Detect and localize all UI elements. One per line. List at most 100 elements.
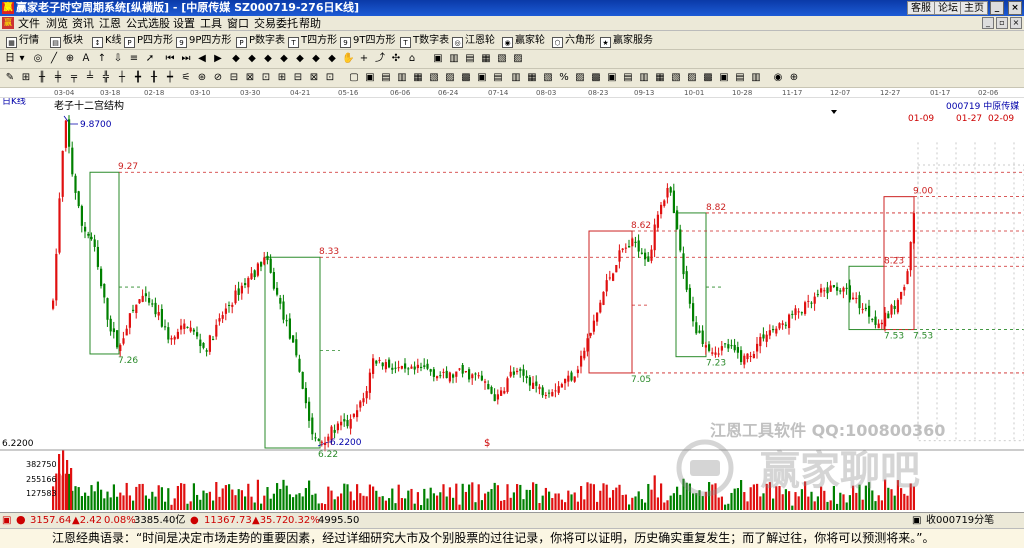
cursor-icon[interactable]: ⊕ [64,53,76,65]
box-icon[interactable]: ▢ [348,72,360,84]
menu-browse[interactable]: 浏览 [46,16,68,31]
up-icon[interactable]: ↑ [96,53,108,65]
diamond-icon-5[interactable]: ◆ [294,53,306,65]
label-icon[interactable]: ⌂ [406,53,418,65]
grid-line-icon-5[interactable]: ⊟ [292,72,304,84]
diamond-icon-4[interactable]: ◆ [278,53,290,65]
line-icon[interactable]: ╱ [48,53,60,65]
9p-square-button[interactable]: 9 9P四方形 [176,34,231,48]
hline-icon-7[interactable]: ┼ [116,72,128,84]
circle-icon[interactable]: ⊘ [212,72,224,84]
minimize-icon[interactable]: _ [990,1,1004,15]
book-icon[interactable]: ▥ [448,53,460,65]
period-dropdown-icon[interactable]: 日 [4,53,16,65]
grid-line-icon-3[interactable]: ⊡ [260,72,272,84]
red-square-icon-1[interactable]: ▣ [364,72,376,84]
mdi-close-icon[interactable]: × [1010,17,1022,29]
hline-icon-5[interactable]: ╧ [84,72,96,84]
close-icon[interactable]: × [1008,1,1022,15]
menu-tools[interactable]: 工具 [200,16,222,31]
diamond-icon-1[interactable]: ◆ [230,53,242,65]
next-icon[interactable]: ▶ [212,53,224,65]
bar-icon-14[interactable]: ▤ [734,72,746,84]
target-icon[interactable]: ⊛ [196,72,208,84]
gann-wheel-button[interactable]: ◎ 江恩轮 [452,34,495,48]
hline-icon-10[interactable]: ┿ [164,72,176,84]
menu-gann[interactable]: 江恩 [99,16,121,31]
bar-icon-15[interactable]: ▥ [750,72,762,84]
p-square-button[interactable]: P P四方形 [124,34,173,48]
red-square-icon-6[interactable]: ▨ [444,72,456,84]
zoom-icon[interactable]: ◎ [32,53,44,65]
text-icon[interactable]: Ａ [80,53,92,65]
menu-file[interactable]: 文件 [18,16,40,31]
diamond-icon-7[interactable]: ◆ [326,53,338,65]
red-square-icon-5[interactable]: ▧ [428,72,440,84]
quotes-button[interactable]: ▦ 行情 [6,34,39,48]
trend-icon[interactable]: ⤴ [374,53,386,65]
prev-icon[interactable]: ◀ [196,53,208,65]
hline-icon-6[interactable]: ╬ [100,72,112,84]
bar-icon-13[interactable]: ▣ [718,72,730,84]
link-forum[interactable]: 论坛 [934,1,962,15]
kline-button[interactable]: ↕ K线 [92,34,122,48]
cross-icon[interactable]: + [358,53,370,65]
down-icon[interactable]: ⇩ [112,53,124,65]
grid-line-icon-7[interactable]: ⊡ [324,72,336,84]
bar-icon-3[interactable]: ▧ [542,72,554,84]
bar-icon-7[interactable]: ▤ [622,72,634,84]
red-square-icon-8[interactable]: ▣ [476,72,488,84]
link-home[interactable]: 主页 [960,1,988,15]
info-icon[interactable]: ▨ [512,53,524,65]
fib-icon[interactable]: ≡ [128,53,140,65]
last-icon[interactable]: ⏭ [180,53,192,65]
red-square-icon-7[interactable]: ▩ [460,72,472,84]
hline-icon-4[interactable]: ╤ [68,72,80,84]
menu-info[interactable]: 资讯 [72,16,94,31]
dropdown-arrow-icon[interactable]: ▾ [16,53,28,65]
grid-line-icon-1[interactable]: ⊟ [228,72,240,84]
bar-icon-9[interactable]: ▦ [654,72,666,84]
bar-icon-1[interactable]: ▥ [510,72,522,84]
bar-icon-4[interactable]: ▨ [574,72,586,84]
hand-icon[interactable]: ✋ [342,53,354,65]
9t-square-button[interactable]: 9 9T四方形 [340,34,395,48]
diamond-icon-3[interactable]: ◆ [262,53,274,65]
menu-help[interactable]: 帮助 [299,16,321,31]
t-square-button[interactable]: T T四方形 [288,34,337,48]
pencil-icon[interactable]: ✎ [4,72,16,84]
list-icon[interactable]: ▧ [496,53,508,65]
hexagon-button[interactable]: ⬡ 六角形 [552,34,595,48]
menu-settings[interactable]: 设置 [173,16,195,31]
calc-icon[interactable]: ▦ [480,53,492,65]
percent-icon[interactable]: % [558,72,570,84]
red-square-icon-3[interactable]: ▥ [396,72,408,84]
hline-icon-1[interactable]: ⊞ [20,72,32,84]
bar-icon-5[interactable]: ▩ [590,72,602,84]
print-icon[interactable]: ▤ [464,53,476,65]
bar-icon-11[interactable]: ▨ [686,72,698,84]
bar-icon-6[interactable]: ▣ [606,72,618,84]
menu-window[interactable]: 窗口 [227,16,249,31]
diamond-icon-2[interactable]: ◆ [246,53,258,65]
hline-icon-9[interactable]: ╂ [148,72,160,84]
hline-icon-3[interactable]: ╪ [52,72,64,84]
p-number-table-button[interactable]: P P数字表 [236,34,285,48]
red-square-icon-2[interactable]: ▤ [380,72,392,84]
hline-icon-2[interactable]: ╫ [36,72,48,84]
diamond-icon-6[interactable]: ◆ [310,53,322,65]
sector-button[interactable]: ▤ 板块 [50,34,83,48]
bar-icon-12[interactable]: ▩ [702,72,714,84]
menu-trade[interactable]: 交易委托 [254,16,298,31]
grid-line-icon-2[interactable]: ⊠ [244,72,256,84]
grid-line-icon-4[interactable]: ⊞ [276,72,288,84]
first-icon[interactable]: ⏮ [164,53,176,65]
bar-icon-10[interactable]: ▧ [670,72,682,84]
measure-icon[interactable]: ✣ [390,53,402,65]
palette-icon[interactable]: ⊕ [788,72,800,84]
winner-service-button[interactable]: ★ 赢家服务 [600,34,653,48]
grid-line-icon-6[interactable]: ⊠ [308,72,320,84]
mdi-minimize-icon[interactable]: _ [982,17,994,29]
bar-icon-2[interactable]: ▦ [526,72,538,84]
arrow-icon[interactable]: ➚ [144,53,156,65]
